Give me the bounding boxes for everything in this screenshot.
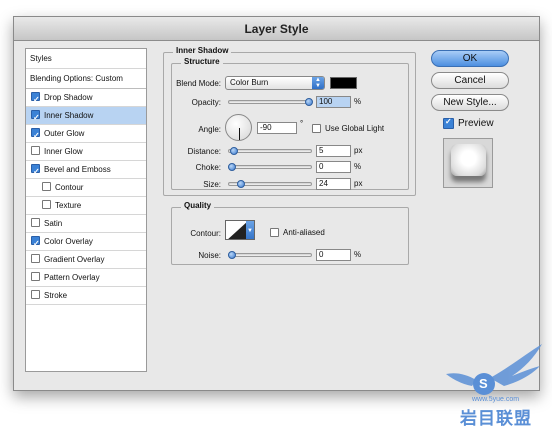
anti-aliased-label: Anti-aliased — [283, 228, 325, 237]
cancel-button[interactable]: Cancel — [431, 72, 509, 89]
angle-unit: ° — [300, 119, 304, 128]
distance-input[interactable]: 5 — [316, 145, 351, 157]
size-label: Size: — [203, 180, 221, 189]
noise-unit: % — [354, 250, 362, 259]
style-item-label: Color Overlay — [44, 237, 93, 246]
texture-checkbox[interactable] — [42, 200, 51, 210]
contour-checkbox[interactable] — [42, 182, 51, 192]
chevron-down-icon: ▼ — [246, 221, 254, 239]
opacity-unit: % — [354, 97, 362, 106]
color-overlay-checkbox[interactable] — [31, 235, 40, 253]
distance-slider[interactable] — [228, 147, 312, 155]
contour-label: Contour: — [190, 229, 221, 238]
size-input[interactable]: 24 — [316, 178, 351, 190]
contour-curve-icon — [228, 221, 248, 239]
structure-title: Structure — [181, 57, 223, 66]
style-item-stroke[interactable]: Stroke — [26, 287, 146, 305]
style-item-satin[interactable]: Satin — [26, 215, 146, 233]
noise-slider-knob[interactable] — [228, 251, 236, 259]
dialog-title: Layer Style — [14, 17, 539, 41]
use-global-light-label: Use Global Light — [325, 124, 385, 133]
angle-dial[interactable] — [225, 114, 252, 141]
watermark-url: www.5yue.com — [472, 396, 520, 403]
style-item-label: Stroke — [44, 291, 68, 300]
preview-checkbox[interactable] — [443, 117, 454, 129]
satin-checkbox[interactable] — [31, 218, 40, 228]
blend-mode-value: Color Burn — [230, 78, 269, 87]
bevel-and-emboss-checkbox[interactable] — [31, 163, 40, 181]
angle-dial-hand — [239, 128, 240, 140]
noise-input[interactable]: 0 — [316, 249, 351, 261]
preview-label: Preview — [458, 118, 494, 129]
preview-thumbnail — [443, 138, 493, 188]
blend-mode-select[interactable]: Color Burn ▲ ▼ — [225, 76, 325, 90]
inner-glow-checkbox[interactable] — [31, 146, 40, 156]
styles-header[interactable]: Styles — [26, 49, 146, 69]
noise-slider[interactable] — [228, 251, 312, 259]
size-slider-knob[interactable] — [237, 180, 245, 188]
style-item-label: Drop Shadow — [44, 93, 93, 102]
style-item-label: Contour — [55, 183, 84, 192]
style-item-bevel-and-emboss[interactable]: Bevel and Emboss — [26, 161, 146, 181]
distance-unit: px — [354, 146, 363, 155]
blend-mode-label: Blend Mode: — [176, 79, 221, 88]
quality-title: Quality — [181, 201, 215, 210]
styles-list: Styles Blending Options: Custom Drop Sha… — [25, 48, 147, 372]
style-item-texture[interactable]: Texture — [26, 197, 146, 215]
drop-shadow-checkbox[interactable] — [31, 91, 40, 109]
watermark: S www.5yue.com 岩目联盟 — [438, 338, 546, 428]
inner-shadow-title: Inner Shadow — [173, 46, 232, 55]
size-slider[interactable] — [228, 180, 312, 188]
style-item-contour[interactable]: Contour — [26, 179, 146, 197]
blending-options-item[interactable]: Blending Options: Custom — [26, 69, 146, 89]
use-global-light-checkbox[interactable] — [312, 124, 321, 133]
style-item-label: Texture — [55, 201, 82, 210]
anti-aliased-checkbox[interactable] — [270, 228, 279, 237]
style-item-label: Pattern Overlay — [44, 273, 100, 282]
pattern-overlay-checkbox[interactable] — [31, 272, 40, 282]
style-item-label: Inner Shadow — [44, 111, 94, 120]
style-item-outer-glow[interactable]: Outer Glow — [26, 125, 146, 145]
size-unit: px — [354, 179, 363, 188]
angle-input[interactable]: -90 — [257, 122, 297, 134]
gradient-overlay-checkbox[interactable] — [31, 254, 40, 264]
blend-color-swatch[interactable] — [330, 77, 357, 89]
choke-label: Choke: — [195, 163, 221, 172]
noise-label: Noise: — [198, 251, 221, 260]
style-item-drop-shadow[interactable]: Drop Shadow — [26, 89, 146, 109]
watermark-logo-letter: S — [479, 376, 488, 391]
ok-button[interactable]: OK — [431, 50, 509, 67]
preview-swatch — [451, 144, 486, 176]
watermark-brand: 岩目联盟 — [460, 409, 532, 428]
outer-glow-checkbox[interactable] — [31, 127, 40, 145]
style-item-label: Bevel and Emboss — [44, 165, 111, 174]
style-item-color-overlay[interactable]: Color Overlay — [26, 233, 146, 253]
opacity-label: Opacity: — [191, 98, 221, 107]
angle-label: Angle: — [198, 125, 221, 134]
inner-shadow-checkbox[interactable] — [31, 109, 40, 127]
chevron-updown-icon: ▲ ▼ — [312, 77, 324, 89]
new-style-button[interactable]: New Style... — [431, 94, 509, 111]
style-item-pattern-overlay[interactable]: Pattern Overlay — [26, 269, 146, 287]
choke-unit: % — [354, 162, 362, 171]
style-item-inner-shadow[interactable]: Inner Shadow — [26, 107, 146, 127]
distance-slider-knob[interactable] — [230, 147, 238, 155]
style-item-label: Inner Glow — [44, 147, 83, 156]
choke-slider[interactable] — [228, 163, 312, 171]
choke-slider-knob[interactable] — [228, 163, 236, 171]
choke-input[interactable]: 0 — [316, 161, 351, 173]
style-item-label: Gradient Overlay — [44, 255, 105, 264]
style-item-inner-glow[interactable]: Inner Glow — [26, 143, 146, 161]
style-item-gradient-overlay[interactable]: Gradient Overlay — [26, 251, 146, 269]
contour-picker[interactable]: ▼ — [225, 220, 255, 240]
distance-label: Distance: — [187, 147, 221, 156]
opacity-input[interactable]: 100 — [316, 96, 351, 108]
opacity-slider-knob[interactable] — [305, 98, 313, 106]
stroke-checkbox[interactable] — [31, 290, 40, 300]
style-item-label: Satin — [44, 219, 63, 228]
opacity-slider[interactable] — [228, 98, 313, 106]
style-item-label: Outer Glow — [44, 129, 85, 138]
